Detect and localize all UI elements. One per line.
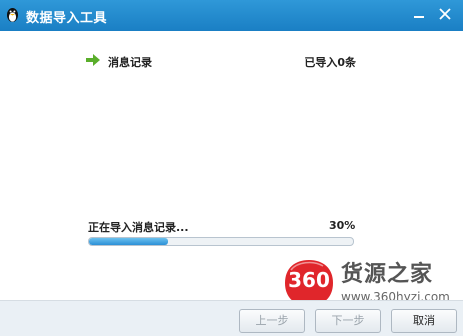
progress-bar xyxy=(88,237,354,246)
minimize-button[interactable] xyxy=(407,4,431,24)
import-item-row: 消息记录 已导入0条 xyxy=(86,52,356,70)
close-button[interactable] xyxy=(433,4,457,24)
progress-fill xyxy=(89,238,169,245)
footer-bar: 上一步 下一步 取消 xyxy=(0,300,463,336)
close-icon xyxy=(439,8,451,20)
arrow-right-icon xyxy=(86,54,100,66)
title-bar[interactable]: 数据导入工具 xyxy=(0,0,463,31)
next-button[interactable]: 下一步 xyxy=(315,309,381,333)
cancel-button[interactable]: 取消 xyxy=(391,309,457,333)
app-penguin-icon xyxy=(7,8,18,22)
watermark-name: 货源之家 xyxy=(341,262,434,287)
progress-text: 正在导入消息记录... xyxy=(88,221,189,234)
watermark-badge-text: 360 xyxy=(288,268,330,292)
window-title: 数据导入工具 xyxy=(26,11,108,26)
item-label: 消息记录 xyxy=(108,56,152,69)
prev-button[interactable]: 上一步 xyxy=(239,309,305,333)
progress-percent: 30% xyxy=(329,219,356,232)
import-tool-window: 数据导入工具 消息记录 已导入0条 正在导入消息记录... 30% 360 货源… xyxy=(0,0,463,336)
item-status: 已导入0条 xyxy=(304,56,356,69)
